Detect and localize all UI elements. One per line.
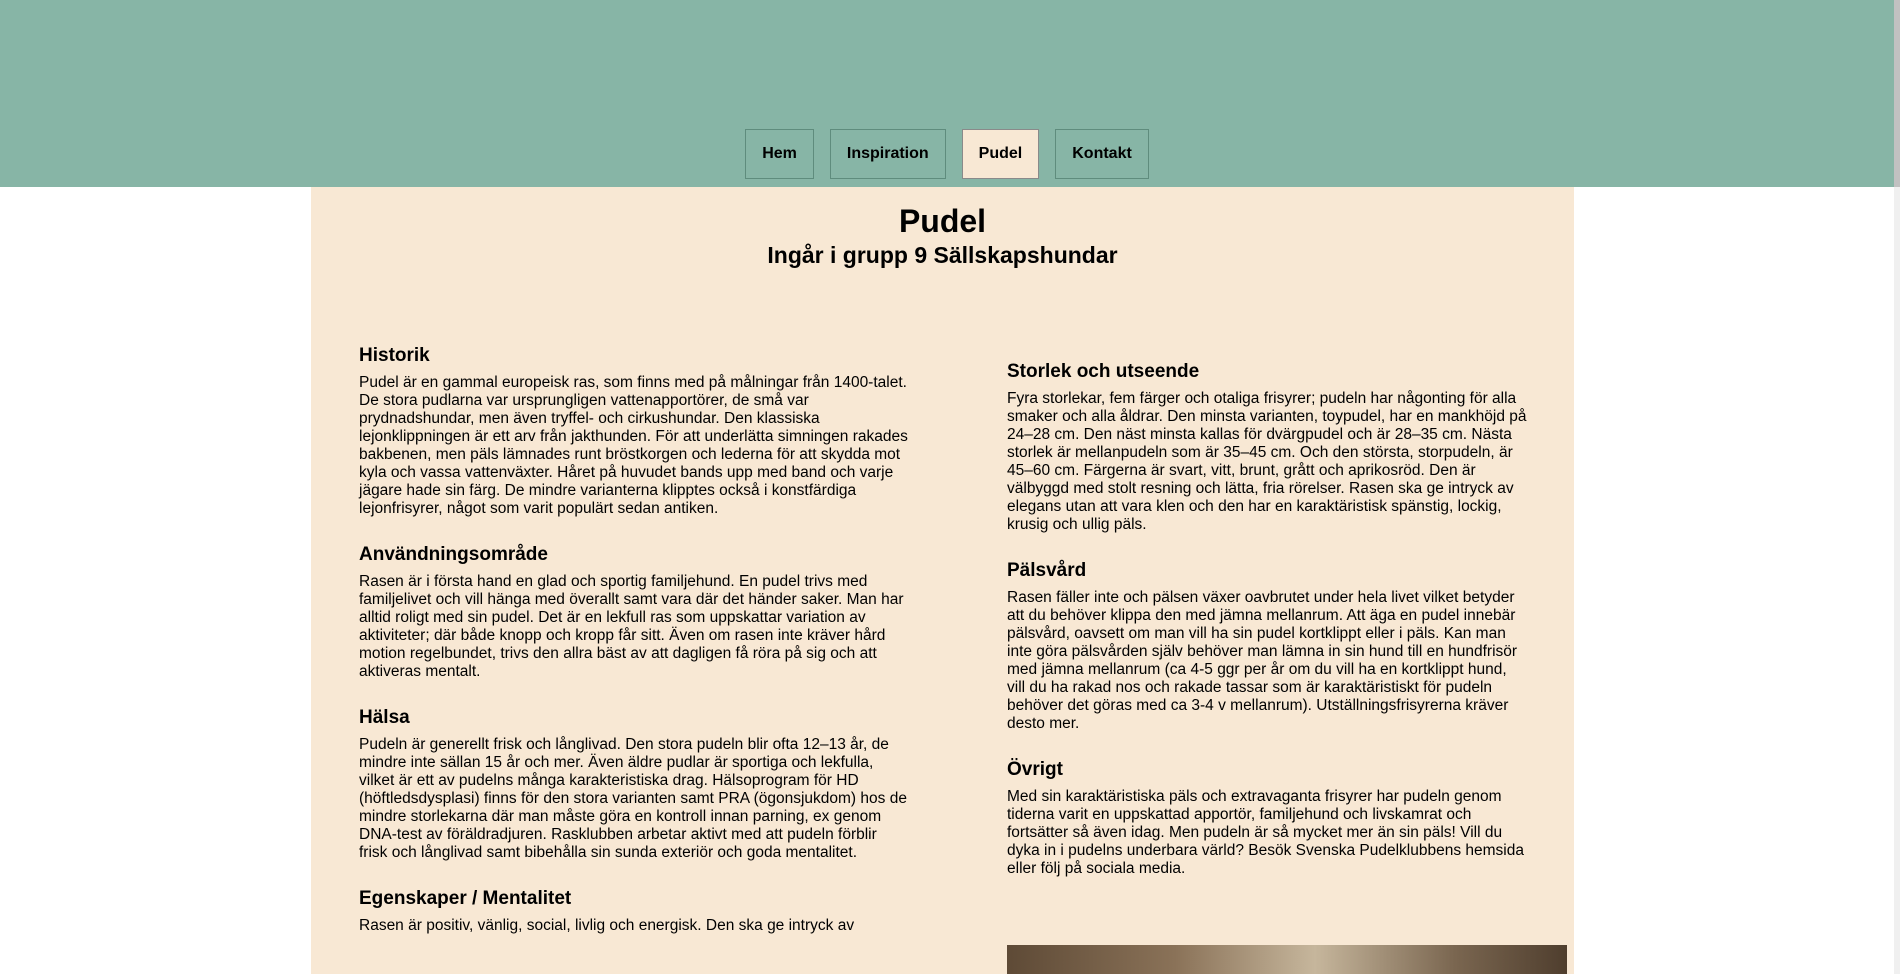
page-title: Pudel xyxy=(898,203,987,239)
section-text: Rasen är i första hand en glad och sport… xyxy=(359,573,904,680)
section-palsvard: Pälsvård Rasen fäller inte och pälsen vä… xyxy=(1007,560,1527,733)
section-heading: Egenskaper / Mentalitet xyxy=(359,888,572,909)
nav-item-kontakt[interactable]: Kontakt xyxy=(1055,129,1149,179)
section-text: Rasen fäller inte och pälsen växer oavbr… xyxy=(1007,589,1518,732)
section-ovrigt: Övrigt Med sin karaktäristiska päls och … xyxy=(1007,759,1527,878)
left-column: Historik Pudel är en gammal europeisk ra… xyxy=(359,345,909,961)
section-heading: Storlek och utseende xyxy=(1007,361,1200,382)
section-heading: Pälsvård xyxy=(1007,560,1087,581)
main-content: Pudel Ingår i grupp 9 Sällskapshundar Hi… xyxy=(311,187,1574,974)
section-text: Rasen är positiv, vänlig, social, livlig… xyxy=(359,917,855,934)
section-halsa: Hälsa Pudeln är generellt frisk och lång… xyxy=(359,707,909,862)
section-storlek: Storlek och utseende Fyra storlekar, fem… xyxy=(1007,361,1527,534)
section-heading: Historik xyxy=(359,345,430,366)
section-text: Pudeln är generellt frisk och långlivad.… xyxy=(359,736,907,861)
section-heading: Användningsområde xyxy=(359,544,548,565)
section-text: Med sin karaktäristiska päls och extrava… xyxy=(1007,788,1524,877)
section-heading: Hälsa xyxy=(359,707,410,728)
scrollbar-thumb[interactable] xyxy=(1894,0,1900,187)
right-column: Storlek och utseende Fyra storlekar, fem… xyxy=(1007,361,1527,904)
page-scrollbar[interactable] xyxy=(1894,0,1900,974)
section-anvandningsomrade: Användningsområde Rasen är i första hand… xyxy=(359,544,909,681)
section-text: Fyra storlekar, fem färger och otaliga f… xyxy=(1007,390,1527,533)
nav-item-pudel[interactable]: Pudel xyxy=(961,129,1040,179)
nav-item-hem[interactable]: Hem xyxy=(745,129,814,179)
section-egenskaper: Egenskaper / Mentalitet Rasen är positiv… xyxy=(359,888,909,935)
page-subtitle: Ingår i grupp 9 Sällskapshundar xyxy=(767,242,1118,268)
nav-item-inspiration[interactable]: Inspiration xyxy=(829,129,946,179)
poodle-photo xyxy=(1007,945,1567,974)
section-text: Pudel är en gammal europeisk ras, som fi… xyxy=(359,374,908,517)
section-historik: Historik Pudel är en gammal europeisk ra… xyxy=(359,345,909,518)
section-heading: Övrigt xyxy=(1007,759,1063,780)
main-nav: Hem Inspiration Pudel Kontakt xyxy=(0,129,1894,179)
site-header: Hem Inspiration Pudel Kontakt xyxy=(0,0,1894,187)
